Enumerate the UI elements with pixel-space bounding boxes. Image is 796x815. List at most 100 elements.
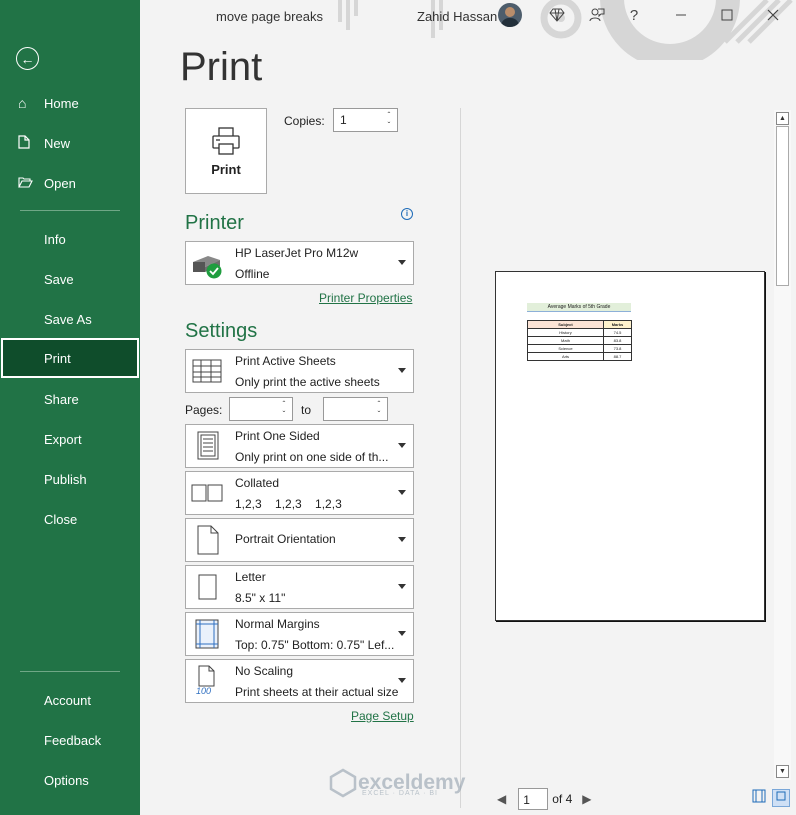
current-page-input[interactable]: 1 xyxy=(518,788,549,810)
table-header-cell: Subject xyxy=(527,320,604,329)
print-what-desc: Only print the active sheets xyxy=(235,375,380,389)
nav-info-label: Info xyxy=(44,231,66,247)
page-title: Print xyxy=(180,45,263,89)
nav-share[interactable]: Share xyxy=(0,380,140,418)
page-navigator: ◀ 1 of 4 ▶ xyxy=(497,788,591,810)
preview-sheet-title: Average Marks of 5th Grade xyxy=(527,303,631,312)
collation-dropdown[interactable]: Collated 1,2,3 1,2,3 1,2,3 xyxy=(185,471,414,515)
user-name[interactable]: Zahid Hassan xyxy=(417,9,497,24)
nav-home[interactable]: ⌂ Home xyxy=(0,84,140,122)
printer-status: Offline xyxy=(235,267,270,281)
collated-icon xyxy=(191,484,223,502)
margins-desc: Top: 0.75" Bottom: 0.75" Lef... xyxy=(235,638,395,652)
scaling-dropdown[interactable]: 100 No Scaling Print sheets at their act… xyxy=(185,659,414,703)
minimize-icon[interactable] xyxy=(670,4,692,26)
table-row: Science 73.8 xyxy=(527,344,632,353)
paper-size-dropdown[interactable]: Letter 8.5" x 11" xyxy=(185,565,414,609)
stepper-down-icon[interactable]: ˇ xyxy=(279,410,289,419)
home-icon: ⌂ xyxy=(18,95,27,111)
preview-scrollbar[interactable]: ▲ ▼ xyxy=(774,110,791,780)
pages-from-input[interactable]: ˆ ˇ xyxy=(229,397,293,421)
collation-desc: 1,2,3 1,2,3 1,2,3 xyxy=(235,497,342,511)
nav-save-label: Save xyxy=(44,271,74,287)
nav-export[interactable]: Export xyxy=(0,420,140,458)
maximize-icon[interactable] xyxy=(716,4,738,26)
nav-account[interactable]: Account xyxy=(0,681,140,719)
exceldemy-logo-icon xyxy=(329,768,357,798)
nav-open-label: Open xyxy=(44,175,76,191)
stepper-down-icon[interactable]: ˇ xyxy=(374,410,384,419)
sheet-grid-icon xyxy=(192,359,222,383)
table-cell: 83.8 xyxy=(603,336,632,345)
sides-dropdown[interactable]: Print One Sided Only print on one side o… xyxy=(185,424,414,468)
avatar[interactable] xyxy=(498,3,522,27)
no-scaling-icon: 100 xyxy=(190,664,226,698)
sides-desc: Only print on one side of th... xyxy=(235,450,389,464)
stepper-up-icon[interactable]: ˆ xyxy=(384,111,394,120)
scroll-down-icon[interactable]: ▼ xyxy=(776,765,789,778)
copies-stepper[interactable]: 1 ˆ ˇ xyxy=(333,108,398,132)
orientation-dropdown[interactable]: Portrait Orientation xyxy=(185,518,414,562)
nav-close-label: Close xyxy=(44,511,78,527)
table-cell: Math xyxy=(527,336,604,345)
scroll-thumb[interactable] xyxy=(776,126,789,286)
printer-dropdown[interactable]: HP LaserJet Pro M12w Offline xyxy=(185,241,414,285)
nav-close[interactable]: Close xyxy=(0,500,140,538)
chevron-down-icon xyxy=(398,490,406,495)
nav-home-label: Home xyxy=(44,95,79,111)
nav-save[interactable]: Save xyxy=(0,260,140,298)
table-row: Subject Marks xyxy=(527,320,632,329)
close-icon[interactable] xyxy=(762,4,784,26)
nav-new[interactable]: New xyxy=(0,124,140,162)
preview-table: Subject Marks History 74.5 Math 83.8 Sci… xyxy=(527,320,632,361)
chevron-down-icon xyxy=(398,260,406,265)
pages-to-label: to xyxy=(301,403,312,417)
print-what-title: Print Active Sheets xyxy=(235,354,336,368)
scaling-desc: Print sheets at their actual size xyxy=(235,685,399,699)
page-setup-link[interactable]: Page Setup xyxy=(351,709,414,723)
diamond-icon[interactable] xyxy=(546,4,568,26)
one-sided-icon xyxy=(197,431,219,460)
stepper-up-icon[interactable]: ˆ xyxy=(374,400,384,409)
stepper-down-icon[interactable]: ˇ xyxy=(384,121,394,130)
print-button-label: Print xyxy=(211,161,241,177)
print-preview-page: Average Marks of 5th Grade Subject Marks… xyxy=(495,271,765,621)
printer-name: HP LaserJet Pro M12w xyxy=(235,246,359,260)
zoom-to-page-icon[interactable] xyxy=(772,789,790,807)
help-icon[interactable]: ? xyxy=(623,4,645,26)
nav-feedback-label: Feedback xyxy=(44,732,102,748)
nav-open[interactable]: Open xyxy=(0,164,140,202)
stepper-up-icon[interactable]: ˆ xyxy=(279,400,289,409)
nav-export-label: Export xyxy=(44,431,82,447)
margins-dropdown[interactable]: Normal Margins Top: 0.75" Bottom: 0.75" … xyxy=(185,612,414,656)
coauthor-icon[interactable] xyxy=(586,4,608,26)
print-button[interactable]: Print xyxy=(185,108,267,194)
nav-new-label: New xyxy=(44,135,71,151)
portrait-page-icon xyxy=(197,525,219,555)
show-margins-icon[interactable] xyxy=(750,789,768,807)
chevron-down-icon xyxy=(398,631,406,636)
info-icon[interactable]: i xyxy=(401,208,413,220)
table-row: History 74.5 xyxy=(527,328,632,337)
printer-properties-link[interactable]: Printer Properties xyxy=(319,291,412,305)
nav-print[interactable]: Print xyxy=(1,338,139,378)
paper-size-desc: 8.5" x 11" xyxy=(235,591,286,605)
previous-page-icon[interactable]: ◀ xyxy=(497,792,506,806)
chevron-down-icon xyxy=(398,537,406,542)
nav-info[interactable]: Info xyxy=(0,220,140,258)
nav-options[interactable]: Options xyxy=(0,761,140,799)
table-header-cell: Marks xyxy=(603,320,632,329)
nav-save-as-label: Save As xyxy=(44,311,92,327)
print-what-dropdown[interactable]: Print Active Sheets Only print the activ… xyxy=(185,349,414,393)
chevron-down-icon xyxy=(398,368,406,373)
scaling-title: No Scaling xyxy=(235,664,294,678)
nav-save-as[interactable]: Save As xyxy=(0,300,140,338)
scaling-icon-text: 100 xyxy=(196,686,212,696)
document-title: move page breaks xyxy=(216,9,323,24)
nav-publish[interactable]: Publish xyxy=(0,460,140,498)
scroll-up-icon[interactable]: ▲ xyxy=(776,112,789,125)
pages-to-input[interactable]: ˆ ˇ xyxy=(323,397,388,421)
back-arrow-icon[interactable]: ← xyxy=(16,47,39,70)
nav-feedback[interactable]: Feedback xyxy=(0,721,140,759)
next-page-icon[interactable]: ▶ xyxy=(582,792,591,806)
